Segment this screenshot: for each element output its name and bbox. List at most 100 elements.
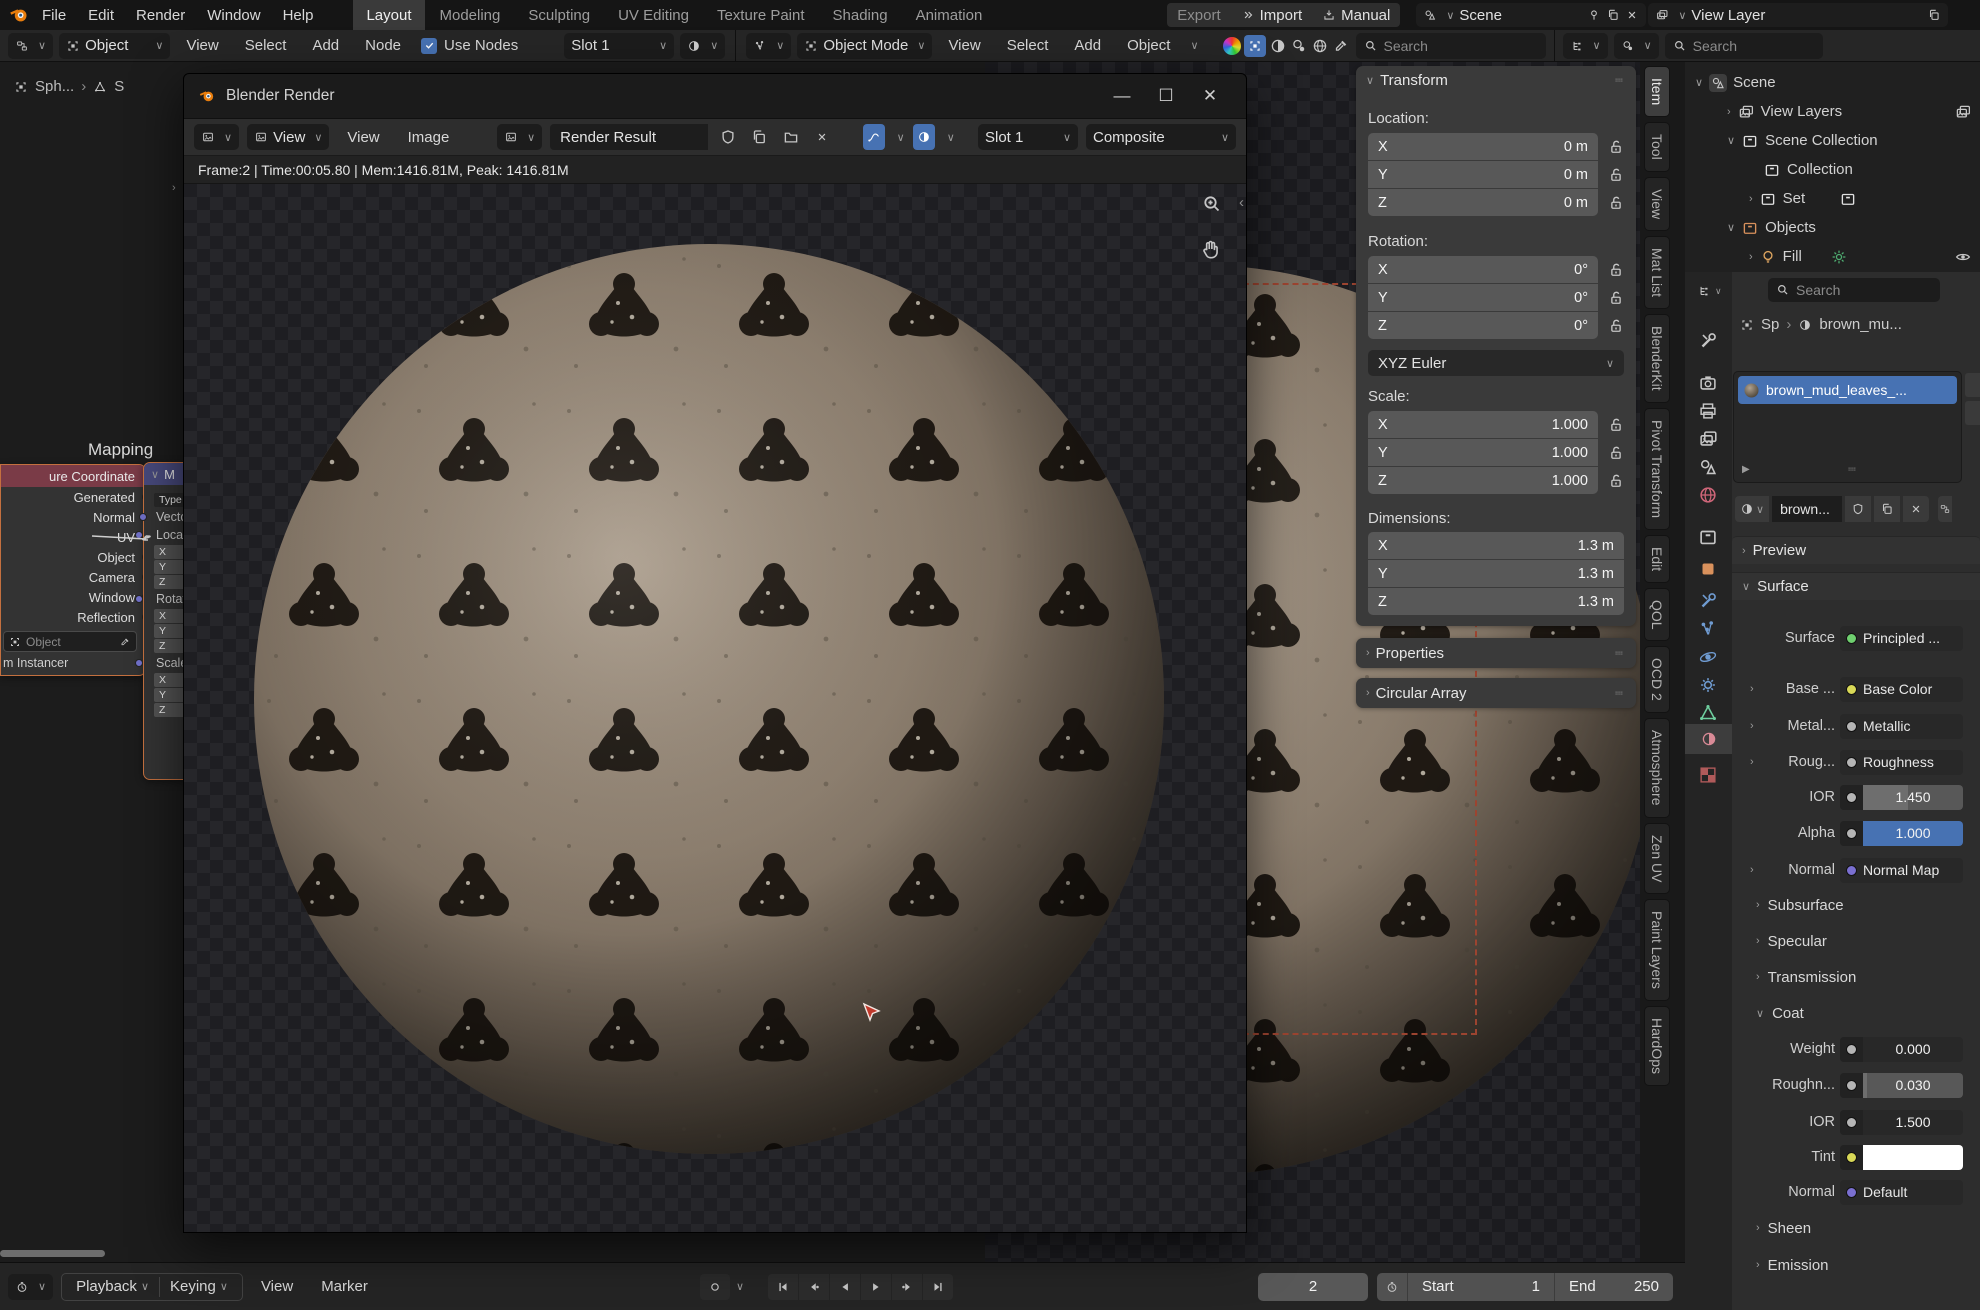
subsurface-section[interactable]: ›Subsurface bbox=[1732, 892, 1980, 918]
menu-window[interactable]: Window bbox=[197, 3, 270, 27]
shader-slot-dropdown[interactable]: Slot 1∨ bbox=[564, 33, 674, 59]
slot-add-button[interactable] bbox=[1965, 373, 1980, 397]
lock-icon[interactable] bbox=[1607, 194, 1625, 212]
play-reverse-button[interactable] bbox=[830, 1274, 860, 1300]
image-view-mode-dropdown[interactable]: View∨ bbox=[247, 124, 329, 150]
grip-icon[interactable] bbox=[1612, 646, 1626, 660]
menu-help[interactable]: Help bbox=[273, 3, 324, 27]
image-menu-image[interactable]: Image bbox=[398, 125, 460, 149]
eye-icon[interactable] bbox=[1954, 248, 1972, 266]
lock-icon[interactable] bbox=[1607, 472, 1625, 490]
panel-toggle-chevron[interactable]: › bbox=[172, 182, 176, 194]
tab-paint-layers[interactable]: Paint Layers bbox=[1644, 899, 1670, 1001]
workspace-tab-sculpting[interactable]: Sculpting bbox=[515, 0, 603, 30]
timeline-menu-marker[interactable]: Marker bbox=[311, 1275, 378, 1299]
zoom-icon[interactable] bbox=[1200, 192, 1224, 220]
scale-y-field[interactable]: Y1.000 bbox=[1368, 439, 1598, 466]
properties-panel-collapsed[interactable]: ›Properties bbox=[1356, 638, 1636, 668]
outliner-search-input[interactable] bbox=[1693, 38, 1803, 54]
location-y-field[interactable]: Y0 m bbox=[1368, 161, 1598, 188]
timeline-menu-view[interactable]: View bbox=[251, 1275, 303, 1299]
eyedropper-icon[interactable] bbox=[119, 636, 131, 648]
world-tab-icon[interactable] bbox=[1697, 484, 1719, 506]
image-browse-dropdown[interactable]: ∨ bbox=[497, 124, 542, 150]
timeline-menu-keying[interactable]: Keying∨ bbox=[160, 1275, 238, 1299]
alpha-slider[interactable]: 1.000 bbox=[1840, 821, 1963, 846]
tool-tab-icon[interactable] bbox=[1697, 330, 1719, 352]
render-pass-dropdown[interactable]: Composite∨ bbox=[1086, 124, 1236, 150]
blender-logo-icon[interactable] bbox=[8, 4, 30, 26]
new-scene-icon[interactable] bbox=[1606, 8, 1620, 22]
collection-icon[interactable] bbox=[1839, 190, 1857, 208]
metallic-input[interactable]: Metallic bbox=[1840, 714, 1963, 739]
dimensions-y-field[interactable]: Y1.3 m bbox=[1368, 560, 1624, 587]
lock-icon[interactable] bbox=[1607, 138, 1625, 156]
outliner-row-view-layers[interactable]: › View Layers bbox=[1685, 97, 1980, 126]
tweak-tool-dropdown[interactable]: ∨ bbox=[746, 33, 791, 59]
material-tab-active[interactable] bbox=[1685, 724, 1732, 754]
timeline-editor-type-button[interactable]: ∨ bbox=[8, 1274, 53, 1300]
workspace-tab-shading[interactable]: Shading bbox=[820, 0, 901, 30]
curves-toggle-button[interactable] bbox=[863, 124, 885, 150]
dimensions-z-field[interactable]: Z1.3 m bbox=[1368, 588, 1624, 615]
tab-qol[interactable]: QOL bbox=[1644, 588, 1670, 642]
outliner-row-fill[interactable]: › Fill bbox=[1685, 242, 1980, 271]
texture-coordinate-node-header[interactable]: ure Coordinate bbox=[1, 465, 145, 487]
workspace-tab-animation[interactable]: Animation bbox=[903, 0, 996, 30]
tab-tool[interactable]: Tool bbox=[1644, 122, 1670, 172]
lock-icon[interactable] bbox=[1607, 289, 1625, 307]
texture-tab-icon[interactable] bbox=[1697, 764, 1719, 786]
use-nodes-checkbox[interactable] bbox=[421, 38, 437, 54]
menu-file[interactable]: File bbox=[32, 3, 76, 27]
coat-section[interactable]: ∨Coat bbox=[1732, 1000, 1980, 1026]
transmission-section[interactable]: ›Transmission bbox=[1732, 964, 1980, 990]
socket-rotation-in[interactable] bbox=[135, 595, 143, 603]
manual-button[interactable]: Manual bbox=[1312, 3, 1400, 27]
coat-tint-color[interactable] bbox=[1840, 1145, 1963, 1170]
horizontal-scrollbar[interactable] bbox=[0, 1250, 105, 1257]
timeline-menu-playback[interactable]: Playback∨ bbox=[66, 1275, 159, 1299]
outliner-display-mode[interactable]: ∨ bbox=[1563, 33, 1608, 59]
breadcrumb-data[interactable]: S bbox=[114, 78, 124, 95]
breadcrumb-object[interactable]: Sp bbox=[1761, 316, 1779, 333]
current-frame-field[interactable]: 2 bbox=[1258, 1273, 1368, 1301]
shader-editor-type-button[interactable]: ∨ bbox=[8, 33, 53, 59]
shader-menu-view[interactable]: View bbox=[176, 34, 228, 58]
transform-panel-header[interactable]: ∨Transform bbox=[1356, 66, 1636, 94]
jump-to-start-button[interactable] bbox=[768, 1274, 798, 1300]
tab-zen-uv[interactable]: Zen UV bbox=[1644, 823, 1670, 894]
menu-render[interactable]: Render bbox=[126, 3, 195, 27]
rotation-y-field[interactable]: Y0° bbox=[1368, 284, 1598, 311]
prev-keyframe-button[interactable] bbox=[799, 1274, 829, 1300]
material-browse-dropdown[interactable]: ∨ bbox=[1735, 496, 1769, 522]
unlink-image-button[interactable] bbox=[810, 124, 834, 150]
view-layer-tab-icon[interactable] bbox=[1697, 428, 1719, 450]
particles-tab-icon[interactable] bbox=[1697, 618, 1719, 640]
close-icon[interactable] bbox=[1625, 8, 1639, 22]
render-tab-icon[interactable] bbox=[1697, 372, 1719, 394]
material-name-field[interactable]: brown... bbox=[1772, 496, 1842, 522]
collection-tab-icon[interactable] bbox=[1697, 526, 1719, 548]
breadcrumb-object[interactable]: Sph... bbox=[35, 78, 74, 95]
use-preview-range-button[interactable] bbox=[1377, 1274, 1407, 1300]
workspace-tab-uv-editing[interactable]: UV Editing bbox=[605, 0, 702, 30]
breadcrumb-material[interactable]: brown_mu... bbox=[1819, 316, 1902, 333]
tab-mat-list[interactable]: Mat List bbox=[1644, 236, 1670, 309]
slot-remove-button[interactable] bbox=[1965, 401, 1980, 425]
fake-user-button[interactable] bbox=[716, 124, 740, 150]
texture-coordinate-node[interactable]: ure Coordinate Generated Normal UV Objec… bbox=[0, 464, 146, 676]
image-datablock-field[interactable]: Render Result bbox=[550, 124, 708, 150]
workspace-tab-layout[interactable]: Layout bbox=[353, 0, 424, 30]
sun-icon[interactable] bbox=[1830, 248, 1848, 266]
lock-icon[interactable] bbox=[1607, 261, 1625, 279]
workspace-tab-modeling[interactable]: Modeling bbox=[427, 0, 514, 30]
render-result-image[interactable]: ‹ bbox=[184, 184, 1246, 1232]
dimensions-x-field[interactable]: X1.3 m bbox=[1368, 532, 1624, 559]
open-image-button[interactable] bbox=[779, 124, 803, 150]
tab-edit[interactable]: Edit bbox=[1644, 535, 1670, 583]
auto-key-button[interactable] bbox=[700, 1274, 730, 1300]
start-frame-field[interactable]: Start1 bbox=[1408, 1278, 1554, 1295]
roughness-input[interactable]: Roughness bbox=[1840, 750, 1963, 775]
jump-to-end-button[interactable] bbox=[923, 1274, 953, 1300]
outliner-row-collection[interactable]: Collection bbox=[1685, 155, 1980, 184]
